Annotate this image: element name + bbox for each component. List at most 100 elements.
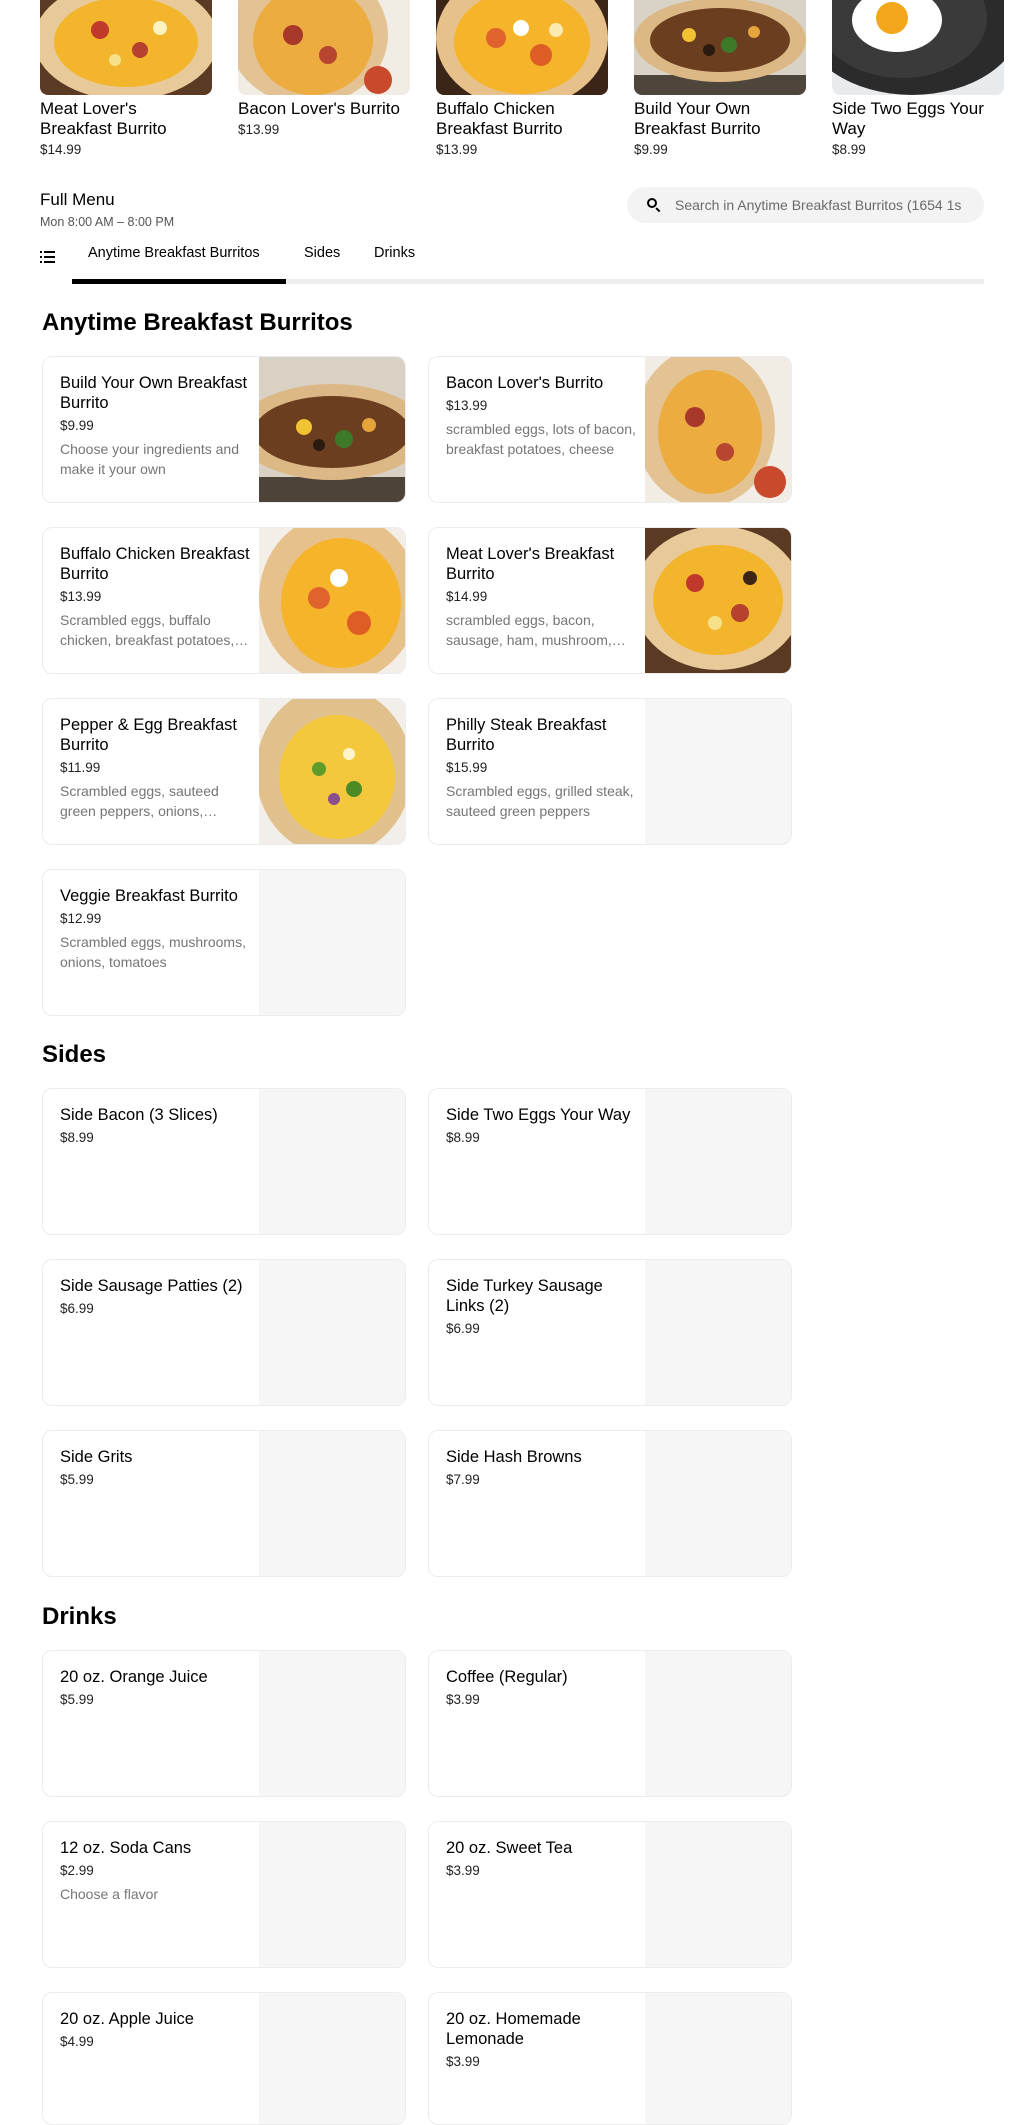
section-title-sides: Sides xyxy=(42,1041,107,1068)
item-price: $11.99 xyxy=(60,760,101,775)
item-price: $4.99 xyxy=(60,2034,94,2049)
search-input[interactable] xyxy=(675,197,984,213)
item-name: Build Your Own Breakfast Burrito xyxy=(60,374,248,412)
category-tabs: Anytime Breakfast Burritos Sides Drinks xyxy=(40,240,984,284)
image-placeholder xyxy=(645,1822,791,1967)
tab-sides[interactable]: Sides xyxy=(304,245,340,261)
image-placeholder xyxy=(645,1993,791,2124)
burrito-image xyxy=(259,357,405,502)
item-name: Bacon Lover's Burrito xyxy=(446,374,604,392)
menu-item-card[interactable]: Side Grits $5.99 xyxy=(42,1430,406,1577)
featured-item-name: Side Two Eggs Your Way xyxy=(832,99,984,138)
menu-item-card[interactable]: 20 oz. Orange Juice $5.99 xyxy=(42,1650,406,1797)
menu-item-card[interactable]: 20 oz. Homemade Lemonade $3.99 xyxy=(428,1992,792,2125)
featured-item-price: $8.99 xyxy=(832,142,866,157)
item-name: 20 oz. Apple Juice xyxy=(60,2010,194,2028)
menu-item-card[interactable]: Philly Steak Breakfast Burrito $15.99 Sc… xyxy=(428,698,792,845)
item-price: $14.99 xyxy=(446,589,488,604)
item-name: Side Grits xyxy=(60,1448,133,1466)
featured-item-name: Meat Lover's Breakfast Burrito xyxy=(40,99,167,138)
item-name: Buffalo Chicken Breakfast Burrito xyxy=(60,545,250,583)
search-icon xyxy=(645,196,663,214)
item-price: $8.99 xyxy=(446,1130,480,1145)
item-name: Philly Steak Breakfast Burrito xyxy=(446,716,607,754)
menu-item-card[interactable]: Build Your Own Breakfast Burrito $9.99 C… xyxy=(42,356,406,503)
burrito-image xyxy=(259,528,405,673)
item-description: scrambled eggs, bacon, sausage, ham, mus… xyxy=(446,612,612,648)
item-price: $13.99 xyxy=(446,398,488,413)
item-name: Coffee (Regular) xyxy=(446,1668,568,1686)
menu-item-card[interactable]: Meat Lover's Breakfast Burrito $14.99 sc… xyxy=(428,527,792,674)
item-price: $13.99 xyxy=(60,589,102,604)
image-placeholder xyxy=(259,1822,405,1967)
item-price: $8.99 xyxy=(60,1130,94,1145)
burrito-image xyxy=(40,0,212,95)
image-placeholder xyxy=(259,1260,405,1405)
menu-item-card[interactable]: Coffee (Regular) $3.99 xyxy=(428,1650,792,1797)
image-placeholder xyxy=(645,1260,791,1405)
item-price: $3.99 xyxy=(446,2054,480,2069)
menu-item-card[interactable]: 20 oz. Sweet Tea $3.99 xyxy=(428,1821,792,1968)
menu-item-card[interactable]: Side Hash Browns $7.99 xyxy=(428,1430,792,1577)
featured-item-card[interactable]: Bacon Lover's Burrito $13.99 xyxy=(238,0,410,137)
featured-item-card[interactable]: Buffalo Chicken Breakfast Burrito $13.99 xyxy=(436,0,608,157)
burrito-image xyxy=(645,528,791,673)
menu-hours: Mon 8:00 AM – 8:00 PM xyxy=(40,215,175,229)
item-name: Side Two Eggs Your Way xyxy=(446,1106,631,1124)
item-description: Scrambled eggs, grilled steak, sauteed g… xyxy=(446,783,634,819)
item-name: Side Hash Browns xyxy=(446,1448,582,1466)
item-price: $6.99 xyxy=(60,1301,94,1316)
featured-item-name: Build Your Own Breakfast Burrito xyxy=(634,99,761,138)
item-name: Side Turkey Sausage Links (2) xyxy=(446,1277,603,1315)
featured-item-price: $13.99 xyxy=(436,142,478,157)
featured-item-card[interactable]: Build Your Own Breakfast Burrito $9.99 xyxy=(634,0,806,157)
menu-item-card[interactable]: Pepper & Egg Breakfast Burrito $11.99 Sc… xyxy=(42,698,406,845)
burrito-image xyxy=(259,699,405,844)
featured-item-price: $9.99 xyxy=(634,142,668,157)
menu-item-card[interactable]: Side Sausage Patties (2) $6.99 xyxy=(42,1259,406,1406)
item-name: Meat Lover's Breakfast Burrito xyxy=(446,545,615,583)
image-placeholder xyxy=(645,1651,791,1796)
item-name: 20 oz. Orange Juice xyxy=(60,1668,208,1686)
item-price: $15.99 xyxy=(446,760,488,775)
item-name: 12 oz. Soda Cans xyxy=(60,1839,192,1857)
item-name: Side Bacon (3 Slices) xyxy=(60,1106,218,1124)
image-placeholder xyxy=(645,1089,791,1234)
featured-item-card[interactable]: Side Two Eggs Your Way $8.99 xyxy=(832,0,1004,157)
menu-item-card[interactable]: Side Turkey Sausage Links (2) $6.99 xyxy=(428,1259,792,1406)
burrito-image xyxy=(634,0,806,95)
tab-anytime-breakfast-burritos[interactable]: Anytime Breakfast Burritos xyxy=(88,245,260,261)
item-name: 20 oz. Homemade Lemonade xyxy=(446,2010,581,2048)
featured-item-price: $14.99 xyxy=(40,142,82,157)
image-placeholder xyxy=(645,1431,791,1576)
item-description: Scrambled eggs, mushrooms, onions, tomat… xyxy=(60,934,246,970)
item-price: $6.99 xyxy=(446,1321,480,1336)
image-placeholder xyxy=(259,1431,405,1576)
menu-item-card[interactable]: Bacon Lover's Burrito $13.99 scrambled e… xyxy=(428,356,792,503)
item-name: Side Sausage Patties (2) xyxy=(60,1277,243,1295)
image-placeholder xyxy=(259,1651,405,1796)
menu-item-card[interactable]: 12 oz. Soda Cans $2.99 Choose a flavor xyxy=(42,1821,406,1968)
image-placeholder xyxy=(259,1993,405,2124)
item-name: Pepper & Egg Breakfast Burrito xyxy=(60,716,238,754)
menu-item-card[interactable]: Buffalo Chicken Breakfast Burrito $13.99… xyxy=(42,527,406,674)
category-list-icon[interactable] xyxy=(40,250,56,264)
item-price: $12.99 xyxy=(60,911,102,926)
menu-item-card[interactable]: 20 oz. Apple Juice $4.99 xyxy=(42,1992,406,2125)
item-price: $2.99 xyxy=(60,1863,94,1878)
burrito-image xyxy=(436,0,608,95)
menu-item-card[interactable]: Side Two Eggs Your Way $8.99 xyxy=(428,1088,792,1235)
menu-header: Full Menu Mon 8:00 AM – 8:00 PM xyxy=(40,190,174,229)
item-price: $3.99 xyxy=(446,1863,480,1878)
menu-search-bar[interactable] xyxy=(627,187,984,223)
item-description: Choose a flavor xyxy=(60,1886,159,1902)
section-title-burritos: Anytime Breakfast Burritos xyxy=(42,309,353,336)
menu-item-card[interactable]: Side Bacon (3 Slices) $8.99 xyxy=(42,1088,406,1235)
menu-title: Full Menu xyxy=(40,190,115,209)
menu-item-card[interactable]: Veggie Breakfast Burrito $12.99 Scramble… xyxy=(42,869,406,1016)
featured-item-price: $13.99 xyxy=(238,122,280,137)
tab-drinks[interactable]: Drinks xyxy=(374,245,415,261)
featured-items-carousel: Meat Lover's Breakfast Burrito $14.99 Ba… xyxy=(0,0,1024,165)
item-description: Choose your ingredients and make it your… xyxy=(60,441,240,477)
featured-item-card[interactable]: Meat Lover's Breakfast Burrito $14.99 xyxy=(40,0,212,157)
